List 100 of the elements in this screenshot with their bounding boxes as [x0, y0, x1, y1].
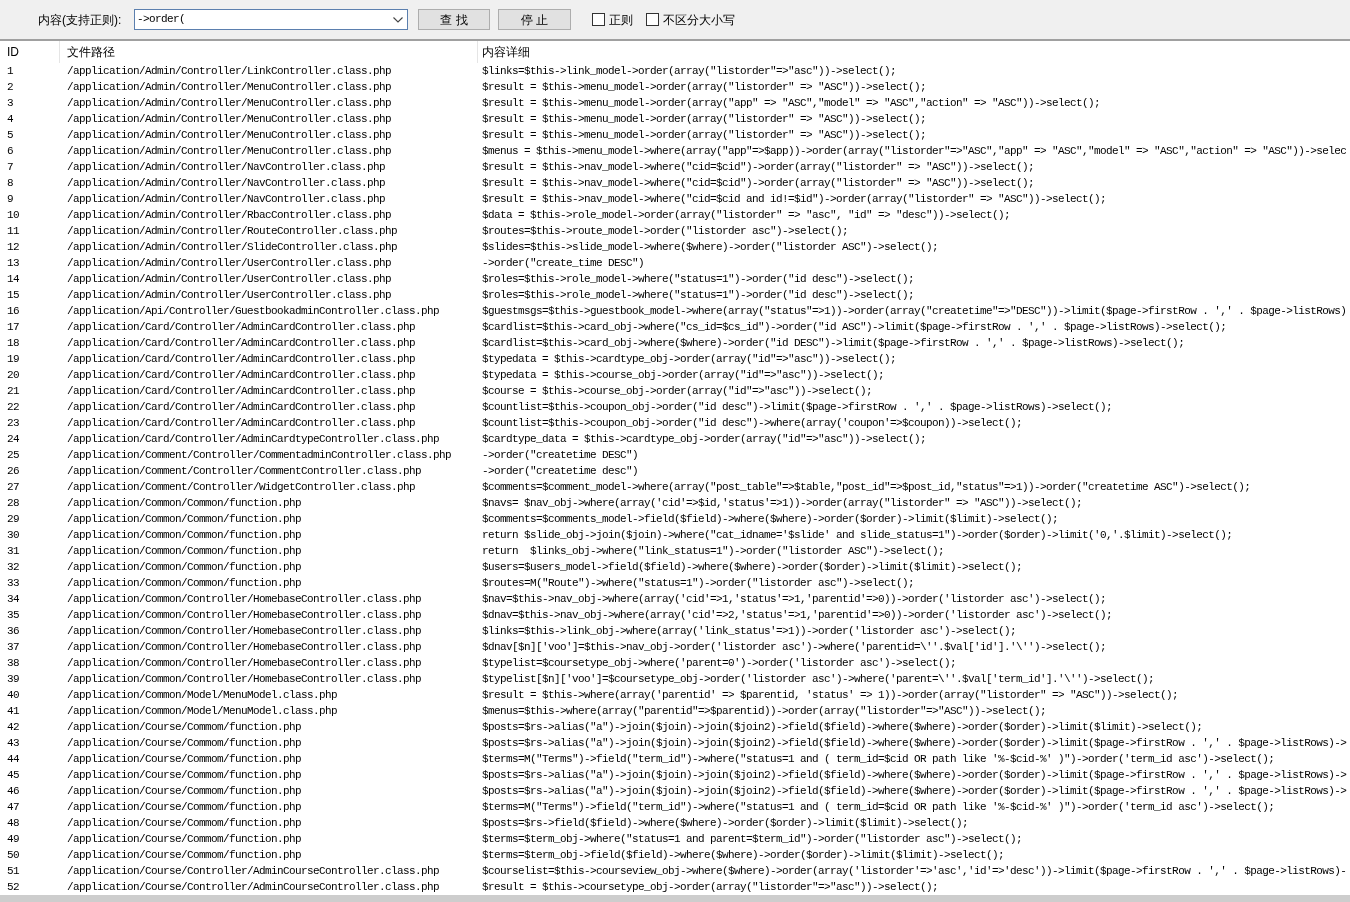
row-id: 24: [7, 433, 19, 445]
row-id: 14: [7, 273, 19, 285]
file-path: /application/Course/Commom/function.php: [67, 737, 302, 749]
code-line: ->order("createtime DESC"): [482, 449, 639, 461]
content-column-header[interactable]: 内容详细: [478, 41, 1350, 63]
file-path: /application/Admin/Controller/UserController.class.php: [67, 289, 392, 301]
file-path: /application/Comment/Controller/CommentadminController.class.php: [67, 449, 452, 461]
row-id: 36: [7, 625, 19, 637]
code-line: $typelist=$coursetype_obj->where('parent=0')->order('listorder asc')->select();: [482, 657, 957, 669]
code-line: $result = $this->where(array('parentid' => $parentid, 'status' => 1))->order(array("listorder" => "ASC"))->select();: [482, 689, 1179, 701]
id-column-header[interactable]: ID: [0, 41, 60, 63]
row-id: 46: [7, 785, 19, 797]
code-line: $result = $this->menu_model->order(array("listorder" => "ASC"))->select();: [482, 113, 927, 125]
row-id: 2: [7, 81, 13, 93]
file-path: /application/Common/Controller/HomebaseController.class.php: [67, 641, 422, 653]
file-path: /application/Admin/Controller/UserController.class.php: [67, 273, 392, 285]
file-path: /application/Card/Controller/AdminCardController.class.php: [67, 337, 416, 349]
code-line: $course = $this->course_obj->order(array("id"=>"asc"))->select();: [482, 385, 873, 397]
row-id: 38: [7, 657, 19, 669]
row-id: 25: [7, 449, 19, 461]
row-id: 32: [7, 561, 19, 573]
row-id: 44: [7, 753, 19, 765]
code-line: $typedata = $this->cardtype_obj->order(array("id"=>"asc"))->select();: [482, 353, 897, 365]
file-path: /application/Admin/Controller/NavController.class.php: [67, 193, 386, 205]
file-path: /application/Course/Commom/function.php: [67, 721, 302, 733]
row-id: 40: [7, 689, 19, 701]
row-id: 12: [7, 241, 19, 253]
code-line: $cardlist=$this->card_obj->where("cs_id=$cs_id")->order("id ASC")->limit($page->firstRow . ',' . $page->listRows)->select();: [482, 321, 1227, 333]
row-id: 39: [7, 673, 19, 685]
file-path: /application/Admin/Controller/NavController.class.php: [67, 161, 386, 173]
chevron-down-icon[interactable]: [393, 16, 403, 23]
code-line: $slides=$this->slide_model->where($where)->order("listorder ASC")->select();: [482, 241, 939, 253]
code-line: $roles=$this->role_model->where("status=1")->order("id desc")->select();: [482, 273, 915, 285]
file-path: /application/Course/Controller/AdminCourseController.class.php: [67, 881, 440, 893]
code-line: $result = $this->coursetype_obj->order(array("listorder"=>"asc"))->select();: [482, 881, 939, 893]
row-id: 3: [7, 97, 13, 109]
code-line: $result = $this->menu_model->order(array("listorder" => "ASC"))->select();: [482, 81, 927, 93]
code-line: $routes=M("Route")->where("status=1")->order("listorder asc")->select();: [482, 577, 915, 589]
file-path: /application/Card/Controller/AdminCardController.class.php: [67, 369, 416, 381]
code-line: $roles=$this->role_model->where("status=1")->order("id desc")->select();: [482, 289, 915, 301]
file-path: /application/Course/Commom/function.php: [67, 801, 302, 813]
file-path: /application/Admin/Controller/MenuController.class.php: [67, 97, 392, 109]
file-path: /application/Course/Commom/function.php: [67, 753, 302, 765]
code-line: $terms=$term_obj->where("status=1 and parent=$term_id")->order("listorder asc")->select();: [482, 833, 1023, 845]
file-path: /application/Common/Common/function.php: [67, 497, 302, 509]
checkbox-label: 正则: [609, 13, 633, 26]
path-column-header[interactable]: 文件路径: [60, 41, 478, 63]
file-path: /application/Card/Controller/AdminCardController.class.php: [67, 385, 416, 397]
stop-button[interactable]: 停 止: [498, 9, 571, 30]
row-id: 22: [7, 401, 19, 413]
file-path: /application/Course/Commom/function.php: [67, 785, 302, 797]
search-button[interactable]: 查 找: [418, 9, 490, 30]
code-line: $menus = $this->menu_model->where(array("app"=>$app))->order(array("listorder"=>"ASC","app" => "ASC","model" => "ASC","action" => "ASC"))->selec: [482, 145, 1347, 157]
code-line: $countlist=$this->coupon_obj->order("id desc")->where(array('coupon'=>$coupon))->select();: [482, 417, 1023, 429]
file-path: /application/Admin/Controller/MenuController.class.php: [67, 81, 392, 93]
row-id: 8: [7, 177, 13, 189]
code-line: $comments=$comments_model->field($field)->where($where)->order($order)->limit($limit)->select();: [482, 513, 1059, 525]
file-path: /application/Card/Controller/AdminCardController.class.php: [67, 417, 416, 429]
row-id: 33: [7, 577, 19, 589]
code-line: $dnav[$n]['voo']=$this->nav_obj->order('listorder asc')->where('parentid=\''.$val['id'].'\'')->select();: [482, 641, 1107, 653]
file-path: /application/Common/Common/function.php: [67, 577, 302, 589]
file-path: /application/Admin/Controller/MenuController.class.php: [67, 113, 392, 125]
code-line: $terms=M("Terms")->field("term_id")->where("status=1 and ( term_id=$cid OR path like '%-$cid-%' )")->order('term_id asc')->select();: [482, 753, 1275, 765]
row-id: 27: [7, 481, 19, 493]
checkbox[interactable]: [592, 13, 605, 26]
file-path: /application/Common/Common/function.php: [67, 529, 302, 541]
row-id: 49: [7, 833, 19, 845]
row-id: 7: [7, 161, 13, 173]
code-line: $routes=$this->route_model->order("listorder asc")->select();: [482, 225, 849, 237]
row-id: 30: [7, 529, 19, 541]
search-label: 内容(支持正则):: [38, 13, 123, 26]
file-path: /application/Course/Commom/function.php: [67, 817, 302, 829]
file-path: /application/Admin/Controller/RouteController.class.php: [67, 225, 398, 237]
row-id: 37: [7, 641, 19, 653]
file-path: /application/Common/Controller/HomebaseController.class.php: [67, 673, 422, 685]
row-id: 41: [7, 705, 19, 717]
row-id: 19: [7, 353, 19, 365]
code-line: $menus=$this->where(array("parentid"=>$parentid))->order(array("listorder"=>"ASC"))->select();: [482, 705, 1047, 717]
file-path: /application/Common/Model/MenuModel.class.php: [67, 705, 338, 717]
search-field[interactable]: ->order(: [134, 9, 408, 30]
horizontal-scrollbar[interactable]: [0, 895, 1350, 902]
row-id: 1: [7, 65, 13, 77]
file-path: /application/Admin/Controller/NavController.class.php: [67, 177, 386, 189]
file-path: /application/Course/Commom/function.php: [67, 833, 302, 845]
file-path: /application/Comment/Controller/WidgetController.class.php: [67, 481, 416, 493]
checkbox[interactable]: [646, 13, 659, 26]
row-id: 16: [7, 305, 19, 317]
code-line: ->order("createtime desc"): [482, 465, 639, 477]
code-line: $comments=$comment_model->where(array("post_table"=>$table,"post_id"=>$post_id,"status"=>1))->order("createtime ASC")->select();: [482, 481, 1251, 493]
file-path: /application/Admin/Controller/MenuController.class.php: [67, 129, 392, 141]
row-id: 45: [7, 769, 19, 781]
code-line: $typedata = $this->course_obj->order(array("id"=>"asc"))->select();: [482, 369, 885, 381]
file-path: /application/Admin/Controller/UserController.class.php: [67, 257, 392, 269]
row-id: 34: [7, 593, 19, 605]
code-line: $posts=$rs->field($field)->where($where)->order($order)->limit($limit)->select();: [482, 817, 969, 829]
code-line: $guestmsgs=$this->guestbook_model->where(array("status"=>1))->order(array("createtime"=>"DESC"))->limit($page->firstRow . ',' . $page->listRows): [482, 305, 1347, 317]
code-line: $result = $this->menu_model->order(array("listorder" => "ASC"))->select();: [482, 129, 927, 141]
code-line: $terms=M("Terms")->field("term_id")->where("status=1 and ( term_id=$cid OR path like '%-$cid-%' )")->order('term_id asc')->select();: [482, 801, 1275, 813]
code-line: $data = $this->role_model->order(array("listorder" => "asc", "id" => "desc"))->select();: [482, 209, 1011, 221]
code-line: $typelist[$n]['voo']=$coursetype_obj->order('listorder asc')->where('parent=\''.$val['term_id'].'\'')->select();: [482, 673, 1155, 685]
